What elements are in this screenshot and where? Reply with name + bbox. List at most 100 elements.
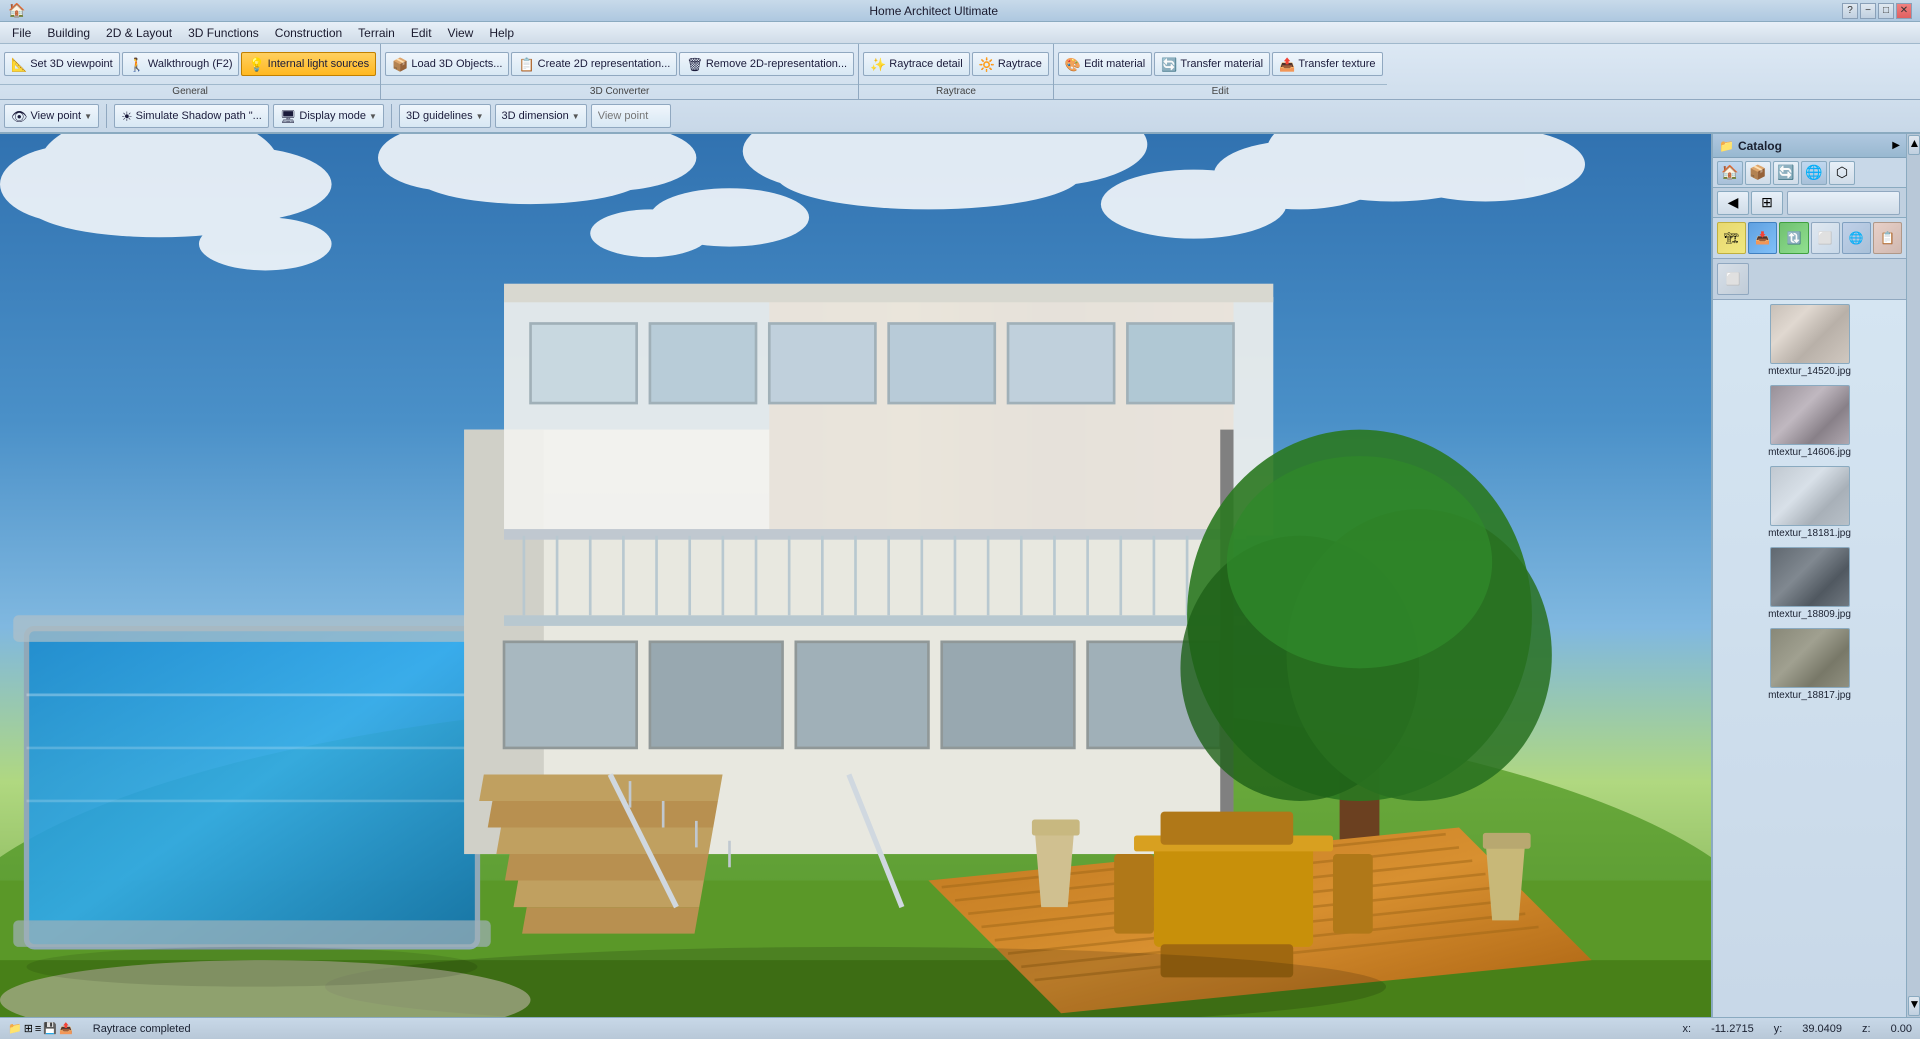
menu-3d-functions[interactable]: 3D Functions — [180, 24, 267, 42]
menu-terrain[interactable]: Terrain — [350, 24, 403, 42]
catalog-item-1[interactable]: mtextur_14606.jpg — [1717, 385, 1902, 458]
toolbar-edit-label: Edit — [1054, 84, 1387, 99]
toolbar-general-buttons: 📐 Set 3D viewpoint 🚶 Walkthrough (F2) 💡 … — [0, 44, 380, 84]
view-point-input[interactable] — [591, 104, 671, 128]
raytrace-icon: 🔆 — [979, 58, 995, 71]
catalog-scrollbar[interactable]: ▲ ▼ — [1906, 134, 1920, 1017]
dropdown-arrow-display: ▼ — [369, 112, 377, 121]
coord-y-value: 39.0409 — [1802, 1023, 1842, 1035]
separator-1 — [106, 104, 107, 128]
app-icon: 🏠 — [8, 2, 25, 19]
simulate-shadow-button[interactable]: ☀ Simulate Shadow path "... — [114, 104, 269, 128]
raytrace-detail-button[interactable]: ✨ Raytrace detail — [863, 52, 970, 76]
statusbar-icons: 📁 ⊞ ≡ 💾 📤 — [8, 1022, 73, 1035]
catalog-items: mtextur_14520.jpg mtextur_14606.jpg mtex… — [1713, 300, 1906, 1017]
catalog-tab-1[interactable]: 📦 — [1745, 161, 1771, 185]
catalog-nav-back[interactable]: ◀ — [1717, 191, 1749, 215]
catalog-nav-icon-4: ⬜ — [1811, 222, 1840, 254]
3d-guidelines-button[interactable]: 3D guidelines ▼ — [399, 104, 491, 128]
catalog-thumbnail-2 — [1770, 466, 1850, 526]
catalog-item-4[interactable]: mtextur_18817.jpg — [1717, 628, 1902, 701]
toolbar-edit-buttons: 🎨 Edit material 🔄 Transfer material 📤 Tr… — [1054, 44, 1387, 84]
status-bar: 📁 ⊞ ≡ 💾 📤 Raytrace completed x: -11.2715… — [0, 1017, 1920, 1039]
set-3d-viewpoint-button[interactable]: 📐 Set 3D viewpoint — [4, 52, 120, 76]
catalog-nav-icon-5[interactable]: 🌐 — [1842, 222, 1871, 254]
menu-construction[interactable]: Construction — [267, 24, 350, 42]
view-point-button[interactable]: 👁 View point ▼ — [4, 104, 99, 128]
catalog-nav-icon-3[interactable]: 🔃 — [1779, 222, 1808, 254]
catalog-thumbnail-1 — [1770, 385, 1850, 445]
catalog-icon: 📁 — [1719, 139, 1734, 153]
catalog-name-1: mtextur_14606.jpg — [1768, 447, 1851, 458]
edit-material-icon: 🎨 — [1065, 58, 1081, 71]
menu-2d-layout[interactable]: 2D & Layout — [98, 24, 180, 42]
toolbar: 📐 Set 3D viewpoint 🚶 Walkthrough (F2) 💡 … — [0, 44, 1920, 134]
catalog-item-3[interactable]: mtextur_18809.jpg — [1717, 547, 1902, 620]
coord-z-label: z: — [1862, 1023, 1871, 1035]
toolbar-raytrace-group: ✨ Raytrace detail 🔆 Raytrace Raytrace — [859, 44, 1054, 99]
coord-x-value: -11.2715 — [1711, 1023, 1754, 1035]
toolbar-raytrace-buttons: ✨ Raytrace detail 🔆 Raytrace — [859, 44, 1053, 84]
catalog-nav-icon-6[interactable]: 📋 — [1873, 222, 1902, 254]
minimize-button[interactable]: − — [1860, 3, 1876, 19]
scrollbar-down-button[interactable]: ▼ — [1908, 996, 1920, 1016]
catalog-header: 📁 Catalog ▶ — [1713, 134, 1906, 158]
display-mode-button[interactable]: 🖥 Display mode ▼ — [273, 104, 384, 128]
dropdown-arrow-guidelines: ▼ — [476, 112, 484, 121]
catalog-nav-row: ◀ ⊞ — [1713, 188, 1906, 218]
catalog-tab-4[interactable]: ⬡ — [1829, 161, 1855, 185]
display-icon: 🖥 — [280, 110, 297, 123]
catalog-item-0[interactable]: mtextur_14520.jpg — [1717, 304, 1902, 377]
catalog-name-4: mtextur_18817.jpg — [1768, 690, 1851, 701]
raytrace-button[interactable]: 🔆 Raytrace — [972, 52, 1049, 76]
main-area: 📁 Catalog ▶ 🏠 📦 🔄 🌐 ⬡ ◀ ⊞ — [0, 134, 1920, 1017]
menu-view[interactable]: View — [440, 24, 482, 42]
catalog-nav-icon-2[interactable]: 📥 — [1748, 222, 1777, 254]
transfer-material-button[interactable]: 🔄 Transfer material — [1154, 52, 1270, 76]
coord-x-label: x: — [1683, 1023, 1692, 1035]
statusbar-icon-export: 📤 — [59, 1022, 73, 1035]
catalog-tab-2[interactable]: 🔄 — [1773, 161, 1799, 185]
help-button[interactable]: ? — [1842, 3, 1858, 19]
toolbar-edit-group: 🎨 Edit material 🔄 Transfer material 📤 Tr… — [1054, 44, 1387, 99]
remove-icon: 🗑 — [686, 58, 703, 71]
catalog-name-3: mtextur_18809.jpg — [1768, 609, 1851, 620]
menu-file[interactable]: File — [4, 24, 39, 42]
create-2d-representation-button[interactable]: 📋 Create 2D representation... — [511, 52, 677, 76]
catalog-thumbnail-0 — [1770, 304, 1850, 364]
viewport-3d[interactable] — [0, 134, 1711, 1017]
statusbar-icon-folder: 📁 — [8, 1022, 22, 1035]
internal-light-sources-button[interactable]: 💡 Internal light sources — [241, 52, 376, 76]
load-3d-objects-button[interactable]: 📦 Load 3D Objects... — [385, 52, 509, 76]
menu-help[interactable]: Help — [481, 24, 522, 42]
catalog-nav-icon-1[interactable]: 🏗 — [1717, 222, 1746, 254]
menu-building[interactable]: Building — [39, 24, 98, 42]
status-message: Raytrace completed — [93, 1023, 191, 1035]
coord-y-label: y: — [1774, 1023, 1783, 1035]
catalog-arrow-icon[interactable]: ▶ — [1892, 140, 1900, 151]
create-2d-icon: 📋 — [518, 58, 534, 71]
maximize-button[interactable]: □ — [1878, 3, 1894, 19]
title-bar: 🏠 Home Architect Ultimate ? − □ ✕ — [0, 0, 1920, 22]
catalog-tab-0[interactable]: 🏠 — [1717, 161, 1743, 185]
remove-2d-representation-button[interactable]: 🗑 Remove 2D-representation... — [679, 52, 854, 76]
scrollbar-up-button[interactable]: ▲ — [1908, 135, 1920, 155]
edit-material-button[interactable]: 🎨 Edit material — [1058, 52, 1152, 76]
catalog-panel: 📁 Catalog ▶ 🏠 📦 🔄 🌐 ⬡ ◀ ⊞ — [1711, 134, 1906, 1017]
toolbar-converter-group: 📦 Load 3D Objects... 📋 Create 2D represe… — [381, 44, 859, 99]
transfer-texture-icon: 📤 — [1279, 58, 1295, 71]
catalog-tab-3[interactable]: 🌐 — [1801, 161, 1827, 185]
sky-background — [0, 134, 1711, 1017]
close-button[interactable]: ✕ — [1896, 3, 1912, 19]
menu-edit[interactable]: Edit — [403, 24, 440, 42]
3d-dimension-button[interactable]: 3D dimension ▼ — [495, 104, 587, 128]
walkthrough-button[interactable]: 🚶 Walkthrough (F2) — [122, 52, 240, 76]
statusbar-icon-list: ≡ — [35, 1023, 41, 1035]
transfer-texture-button[interactable]: 📤 Transfer texture — [1272, 52, 1382, 76]
toolbar-general-group: 📐 Set 3D viewpoint 🚶 Walkthrough (F2) 💡 … — [0, 44, 381, 99]
catalog-nav-grid[interactable]: ⊞ — [1751, 191, 1783, 215]
app-title: Home Architect Ultimate — [25, 4, 1842, 18]
statusbar-icon-save: 💾 — [43, 1022, 57, 1035]
catalog-item-2[interactable]: mtextur_18181.jpg — [1717, 466, 1902, 539]
toolbar-converter-label: 3D Converter — [381, 84, 858, 99]
